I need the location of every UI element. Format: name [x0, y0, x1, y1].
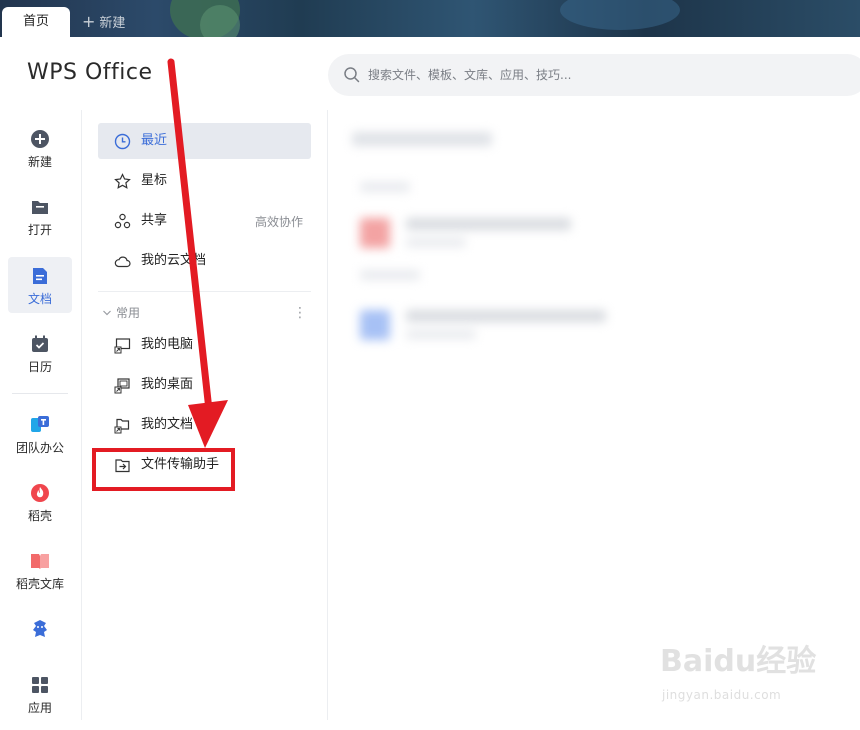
nav-label-starred: 星标	[141, 173, 168, 188]
apps-grid-icon	[32, 677, 48, 693]
document-nav-panel: 最近 星标 共享 高效协作 我的云文档 常用 ⋮ 我的电脑 我的桌面 我的文档 …	[82, 110, 328, 720]
nav-item-my-desktop[interactable]: 我的桌面	[98, 367, 311, 403]
nav-item-cloud-docs[interactable]: 我的云文档	[98, 243, 311, 279]
search-bar[interactable]: 搜索文件、模板、文库、应用、技巧...	[328, 54, 860, 96]
rail-item-apps[interactable]: 应用	[8, 666, 72, 722]
watermark-url: jingyan.baidu.com	[662, 688, 782, 702]
rail-item-team-office[interactable]: 团队办公	[8, 406, 72, 462]
cloud-icon	[114, 256, 131, 268]
desktop-icon	[114, 378, 130, 394]
rail-item-calendar[interactable]: 日历	[8, 325, 72, 381]
docer-icon	[31, 484, 49, 502]
chevron-down-icon	[103, 310, 111, 316]
rail-divider	[12, 393, 68, 394]
section-common-label: 常用	[116, 306, 141, 320]
team-icon	[31, 416, 49, 432]
clock-icon	[114, 133, 131, 150]
share-icon	[114, 213, 131, 229]
baidu-jingyan-watermark: Baidu经验 jingyan.baidu.com	[660, 636, 820, 716]
watermark-brand: Baidu经验	[660, 644, 817, 679]
tab-home[interactable]: 首页	[2, 7, 70, 37]
nav-label-cloud-docs: 我的云文档	[141, 253, 207, 268]
rail-label-docer: 稻壳	[27, 509, 52, 523]
search-icon	[344, 67, 360, 83]
rail-label-calendar: 日历	[27, 360, 52, 374]
window-tab-bar: 首页 + 新建	[0, 0, 860, 37]
rail-label-team-office: 团队办公	[15, 441, 64, 455]
nav-label-my-computer: 我的电脑	[141, 337, 194, 352]
file-thumbnail	[360, 218, 390, 248]
computer-icon	[114, 338, 131, 354]
nav-item-my-documents[interactable]: 我的文档	[98, 407, 311, 443]
rail-label-new: 新建	[27, 155, 52, 169]
search-placeholder: 搜索文件、模板、文库、应用、技巧...	[368, 68, 572, 82]
rail-label-documents: 文档	[27, 292, 52, 306]
wps-office-logo: WPS Office	[27, 60, 153, 85]
shared-collab-hint: 高效协作	[254, 215, 303, 229]
nav-item-starred[interactable]: 星标	[98, 163, 311, 199]
nav-label-my-documents: 我的文档	[141, 417, 194, 432]
folder-icon	[32, 201, 48, 214]
nav-label-shared: 共享	[141, 213, 168, 228]
file-thumbnail	[360, 310, 390, 340]
nav-label-my-desktop: 我的桌面	[141, 377, 194, 392]
nav-item-recent[interactable]: 最近	[98, 123, 311, 159]
new-tab-label: 新建	[99, 16, 126, 31]
left-app-rail: 新建 打开 文档 日历 团队办公 稻壳 稻壳文库 应用	[0, 110, 82, 720]
docer-library-icon	[31, 554, 49, 569]
nav-label-recent: 最近	[141, 133, 168, 148]
more-options-icon[interactable]: ⋮	[293, 306, 307, 320]
annotation-highlight-box	[92, 448, 235, 491]
rail-item-docer[interactable]: 稻壳	[8, 474, 72, 530]
section-common-header[interactable]: 常用 ⋮	[102, 304, 307, 324]
calendar-icon	[32, 335, 48, 352]
rail-item-docer-library[interactable]: 稻壳文库	[8, 542, 72, 598]
rail-label-docer-library: 稻壳文库	[15, 577, 64, 591]
nav-divider	[98, 291, 311, 292]
document-icon	[33, 268, 47, 284]
rail-item-documents[interactable]: 文档	[8, 257, 72, 313]
nav-item-shared[interactable]: 共享 高效协作	[98, 203, 311, 239]
rail-label-apps: 应用	[27, 701, 52, 715]
nav-item-my-computer[interactable]: 我的电脑	[98, 327, 311, 363]
plus-icon: +	[82, 12, 96, 31]
folder-doc-icon	[114, 418, 130, 434]
mascot-icon	[33, 620, 47, 637]
rail-item-open[interactable]: 打开	[8, 188, 72, 244]
rail-item-new[interactable]: 新建	[8, 120, 72, 176]
recent-files-area-blurred	[330, 110, 860, 720]
rail-label-open: 打开	[27, 223, 52, 237]
rail-item-mascot[interactable]	[8, 610, 72, 666]
new-tab-button[interactable]: + 新建	[76, 7, 146, 37]
plus-circle-icon	[31, 130, 49, 148]
star-icon	[114, 173, 131, 189]
